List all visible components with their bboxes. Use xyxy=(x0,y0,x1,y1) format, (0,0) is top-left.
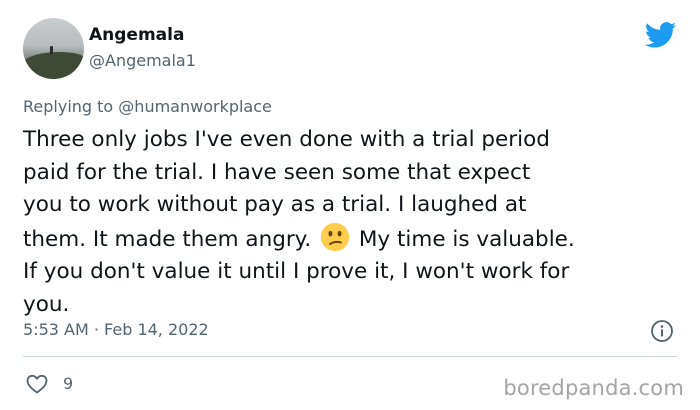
watermark: boredpanda.com xyxy=(503,376,684,400)
tweet-text-line: Three only jobs I've even done with a tr… xyxy=(23,127,550,152)
replying-prefix: Replying to xyxy=(23,97,114,116)
replying-to: Replying to @humanworkplace xyxy=(23,97,272,116)
like-count: 9 xyxy=(63,374,74,393)
tweet-text-line: you to work without pay as a trial. I la… xyxy=(23,192,527,217)
twitter-bird-icon xyxy=(645,22,677,48)
replying-mention-link[interactable]: @humanworkplace xyxy=(118,97,272,116)
tweet-timestamp[interactable]: 5:53 AM · Feb 14, 2022 xyxy=(23,320,209,339)
info-icon[interactable] xyxy=(650,319,674,343)
avatar-figure xyxy=(50,46,53,54)
author-handle[interactable]: @Angemala1 xyxy=(89,51,196,70)
author-display-name[interactable]: Angemala xyxy=(89,25,184,45)
divider xyxy=(23,356,677,357)
tweet-text-segment: them. It made them angry. xyxy=(23,226,312,252)
tweet-text-line-with-emoji: them. It made them angry. My time is val… xyxy=(23,222,683,257)
tweet-text-line: paid for the trial. I have seen some tha… xyxy=(23,159,531,185)
heart-icon[interactable] xyxy=(25,372,49,396)
tweet-text-line: you. xyxy=(23,291,70,317)
author-avatar[interactable] xyxy=(23,18,84,79)
confused-face-emoji xyxy=(320,222,350,251)
avatar-ridge xyxy=(23,52,84,79)
tweet-text: Three only jobs I've even done with a tr… xyxy=(23,124,683,321)
tweet-text-line: If you don't value it until I prove it, … xyxy=(23,259,570,284)
tweet-text-segment: My time is valuable. xyxy=(358,226,575,252)
